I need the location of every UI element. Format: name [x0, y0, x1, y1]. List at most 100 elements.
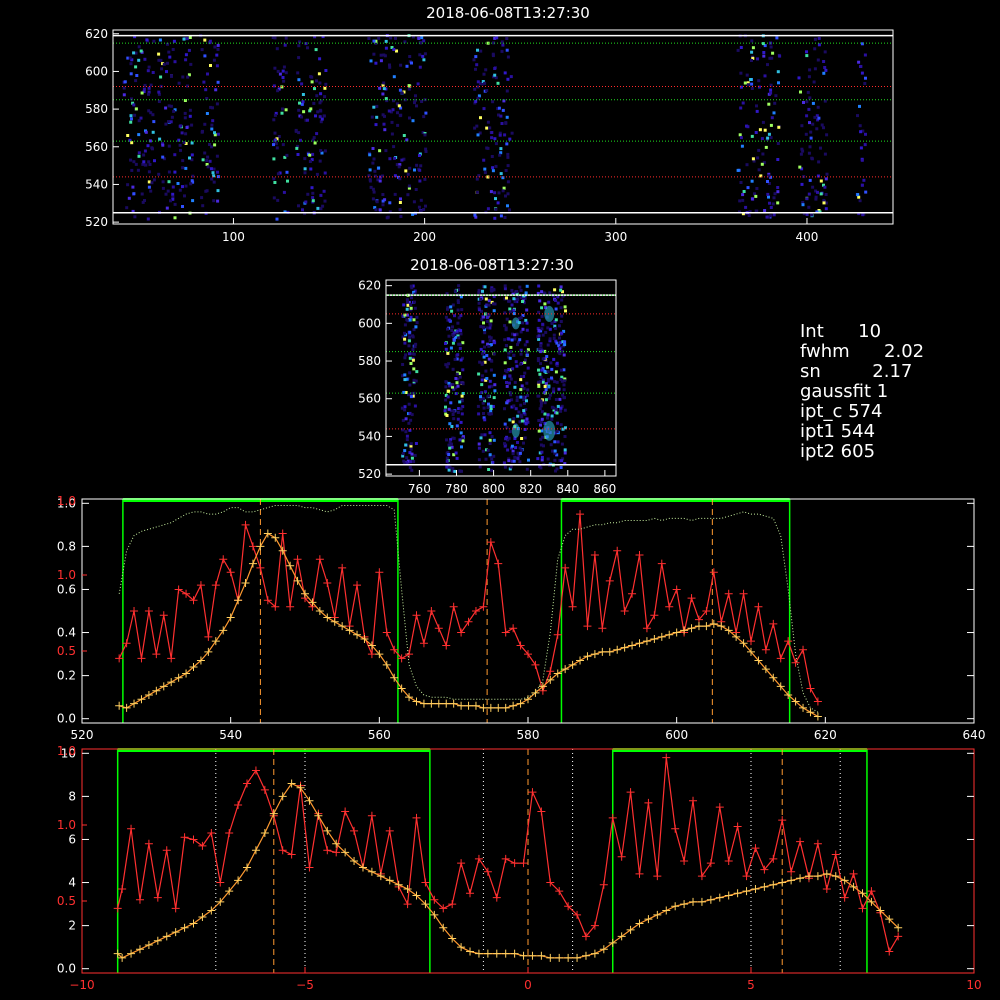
slit-wide-ytick-label-1: 540 — [85, 177, 108, 191]
slit-wide-pixel — [178, 188, 182, 192]
slit-wide-pixel — [422, 39, 426, 43]
slit-wide-pixel — [824, 177, 828, 181]
slit-wide-pixel — [384, 149, 388, 153]
slit-wide-pixel — [378, 208, 382, 212]
slit-zoom-pixel — [478, 360, 482, 364]
slit-wide-pixel — [494, 207, 498, 211]
slit-wide-pixel — [280, 111, 284, 115]
slit-wide-ytick-label-2: 560 — [85, 140, 108, 154]
slit-wide-pixel — [509, 75, 513, 79]
slit-zoom-pixel — [445, 459, 449, 463]
profile-pixel-point-fit — [167, 678, 176, 687]
slit-zoom-pixel — [525, 284, 529, 288]
slit-zoom-pixel — [554, 469, 557, 473]
slit-wide-pixel — [276, 89, 280, 93]
slit-wide-pixel — [402, 134, 406, 137]
slit-zoom-pixel — [480, 433, 484, 437]
profile-offset-point-fit — [483, 949, 492, 958]
slit-wide-pixel — [860, 158, 864, 162]
slit-zoom-pixel — [403, 323, 407, 327]
slit-zoom-pixel — [525, 417, 529, 421]
slit-wide-pixel — [383, 54, 387, 58]
slit-wide-pixel — [381, 193, 385, 196]
figure-canvas: 2018-06-08T13:27:30 100 200 300 40052054056… — [57, 4, 986, 992]
slit-wide-pixel — [276, 198, 280, 202]
slit-zoom-xtick-label-0: 760 — [408, 482, 431, 496]
slit-zoom-pixel — [451, 325, 454, 329]
slit-zoom-pixel — [447, 318, 451, 322]
slit-wide-pixel — [204, 88, 208, 92]
slit-zoom-pixel — [547, 300, 551, 304]
slit-wide-title: 2018-06-08T13:27:30 — [426, 4, 590, 22]
slit-wide-pixel — [317, 72, 321, 76]
slit-wide-pixel — [770, 116, 774, 120]
slit-wide-pixel — [315, 94, 319, 98]
slit-zoom-pixel — [456, 321, 460, 325]
slit-wide-pixel — [750, 50, 754, 54]
profile-offset-ytick-label-4: 8 — [68, 789, 76, 803]
slit-wide-pixel — [372, 157, 376, 161]
slit-zoom-pixel — [518, 285, 522, 289]
slit-zoom-pixel — [481, 449, 485, 453]
slit-zoom-panel: 2018-06-08T13:27:30 760 780 800 820 840 86052… — [358, 256, 617, 496]
slit-zoom-pixel — [487, 299, 491, 303]
slit-wide-pixel — [172, 39, 176, 43]
profile-pixel-point-red — [486, 538, 495, 547]
slit-zoom-pixel — [409, 460, 412, 464]
slit-zoom-pixel — [479, 297, 483, 301]
slit-zoom-pixel — [508, 299, 512, 303]
profile-offset-point-red — [751, 844, 760, 853]
slit-wide-pixel — [310, 186, 314, 190]
profile-offset-point-red — [635, 869, 644, 878]
slit-wide-pixel — [212, 58, 216, 62]
slit-wide-pixel — [505, 48, 509, 52]
slit-wide-pixel — [369, 185, 373, 189]
slit-wide-pixel — [314, 48, 318, 52]
profile-pixel-point-fit — [330, 617, 339, 626]
slit-wide-pixel — [129, 120, 133, 124]
slit-wide-pixel — [313, 87, 316, 91]
slit-wide-pixel — [817, 116, 821, 120]
slit-wide-pixel — [739, 136, 743, 140]
slit-wide-pixel — [278, 72, 282, 76]
profile-pixel-point-red — [672, 585, 681, 594]
slit-wide-pixel — [275, 217, 279, 221]
slit-zoom-pixel — [559, 368, 563, 372]
slit-zoom-pixel — [456, 301, 460, 304]
slit-wide-pixel — [169, 199, 172, 203]
slit-zoom-pixel — [523, 371, 527, 375]
slit-zoom-pixel — [454, 377, 458, 380]
slit-wide-xtick-label-3: 400 — [796, 230, 819, 244]
slit-wide-pixel — [151, 71, 155, 74]
profile-pixel-point-fit — [657, 632, 666, 641]
slit-zoom-pixel — [452, 331, 456, 335]
slit-wide-pixel — [157, 90, 161, 94]
slit-wide-pixel — [739, 181, 743, 184]
slit-wide-pixel — [762, 51, 766, 54]
slit-zoom-pixel — [481, 340, 485, 344]
slit-wide-pixel — [315, 132, 319, 136]
profile-offset-point-fit — [278, 792, 287, 801]
profile-offset-point-red — [243, 779, 252, 788]
slit-wide-pixel — [407, 184, 411, 188]
info-row-sn: sn 2.17 — [800, 361, 913, 382]
profile-pixel-point-red — [293, 555, 302, 564]
slit-wide-pixel — [398, 208, 402, 212]
slit-zoom-pixel — [526, 366, 530, 370]
slit-wide-pixel — [761, 152, 765, 156]
profile-offset-point-red — [171, 904, 180, 913]
slit-wide-pixel — [159, 75, 163, 79]
slit-wide-pixel — [128, 56, 132, 60]
profile-pixel-point-fit — [234, 596, 243, 605]
slit-wide-pixel — [181, 185, 184, 189]
slit-wide-pixel — [216, 47, 220, 51]
slit-wide-pixel — [286, 179, 289, 183]
slit-zoom-pixel — [507, 368, 511, 371]
slit-zoom-pixel — [414, 442, 418, 445]
slit-zoom-pixel — [556, 440, 560, 444]
profile-pixel-point-red — [122, 639, 131, 648]
slit-wide-pixel — [284, 71, 288, 75]
slit-wide-pixel — [368, 168, 372, 172]
slit-wide-pixel — [323, 171, 327, 175]
profile-pixel-frame — [81, 498, 975, 724]
